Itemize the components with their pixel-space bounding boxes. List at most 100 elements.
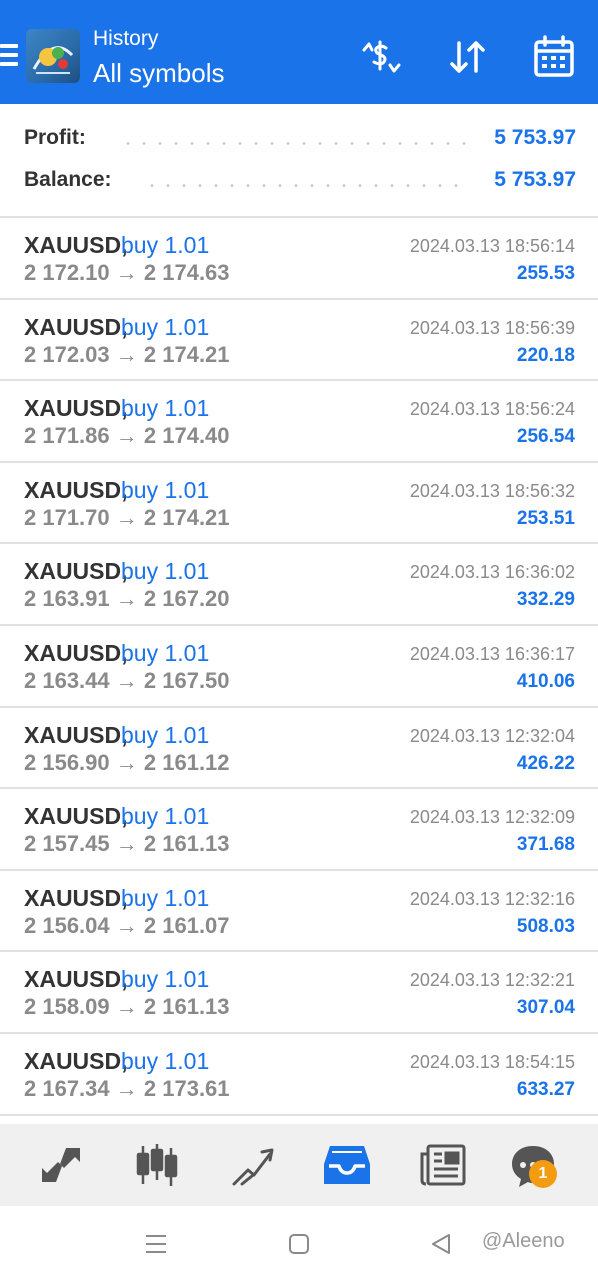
calendar-icon[interactable] <box>531 34 577 80</box>
deal-symbol: XAUUSD, <box>24 558 128 585</box>
arrow-icon: → <box>115 260 138 285</box>
deal-time: 2024.03.13 16:36:17 <box>409 643 575 664</box>
deal-symbol: XAUUSD, <box>24 313 128 340</box>
deal-row[interactable]: XAUUSD, buy 1.01 2 171.70 → 2 174.21 2024.0… <box>0 463 598 545</box>
deal-side: buy 1.01 <box>121 313 210 340</box>
deal-row[interactable]: XAUUSD, buy 1.01 2 172.10 → 2 174.63 2024.0… <box>0 218 598 300</box>
arrow-icon: → <box>115 831 138 857</box>
open-price: 2 167.34 <box>24 1075 110 1101</box>
close-price: 2 161.07 <box>143 912 230 938</box>
deal-symbol: XAUUSD, <box>24 721 128 748</box>
deal-symbol: XAUUSD, <box>24 395 128 422</box>
deal-row[interactable]: XAUUSD, buy 1.01 2 171.86 → 2 174.40 2024.0… <box>0 381 598 463</box>
arrow-icon: → <box>115 667 138 693</box>
deal-profit: 253.51 <box>516 507 575 529</box>
deal-time: 2024.03.13 12:32:16 <box>409 888 575 909</box>
deal-prices: 2 171.86 → 2 174.40 <box>24 423 230 449</box>
trade-icon[interactable] <box>228 1140 278 1190</box>
deal-prices: 2 163.44 → 2 167.50 <box>24 668 230 694</box>
arrow-icon: → <box>115 341 138 367</box>
deal-profit: 255.53 <box>516 263 575 284</box>
open-price: 2 172.10 <box>24 260 110 285</box>
balance-row: Balance: 5 753.97 <box>24 168 576 198</box>
deal-symbol: XAUUSD, <box>24 884 128 911</box>
deal-list: XAUUSD, buy 1.01 2 172.10 → 2 174.63 2024.0… <box>0 216 598 1116</box>
deal-prices: 2 158.09 → 2 161.13 <box>24 994 230 1020</box>
deal-profit: 332.29 <box>516 589 575 611</box>
arrow-icon: → <box>115 994 138 1020</box>
deal-side: buy 1.01 <box>121 639 210 666</box>
deal-symbol: XAUUSD, <box>24 639 128 666</box>
app-logo <box>26 29 80 83</box>
menu-icon[interactable] <box>0 44 18 68</box>
currency-exchange-icon[interactable] <box>358 34 404 80</box>
close-price: 2 174.63 <box>143 260 230 285</box>
deal-side: buy 1.01 <box>121 395 210 422</box>
deal-prices: 2 172.10 → 2 174.63 <box>24 260 230 286</box>
open-price: 2 157.45 <box>24 831 110 857</box>
recent-apps-icon[interactable] <box>140 1228 172 1260</box>
deal-side: buy 1.01 <box>121 558 210 585</box>
arrow-icon: → <box>115 586 138 612</box>
deal-side: buy 1.01 <box>121 476 210 503</box>
chat-badge: 1 <box>529 1160 557 1188</box>
close-price: 2 161.13 <box>143 831 230 857</box>
deal-prices: 2 157.45 → 2 161.13 <box>24 831 230 857</box>
history-inbox-icon[interactable] <box>322 1140 372 1190</box>
close-price: 2 174.40 <box>143 423 230 449</box>
deal-time: 2024.03.13 18:54:15 <box>409 1051 575 1072</box>
open-price: 2 172.03 <box>24 341 110 367</box>
deal-profit: 256.54 <box>516 426 575 448</box>
deal-row[interactable]: XAUUSD, buy 1.01 2 157.45 → 2 161.13 2024.0… <box>0 789 598 871</box>
profit-label: Profit: <box>24 126 86 149</box>
quotes-icon[interactable] <box>36 1140 86 1190</box>
open-price: 2 158.09 <box>24 994 110 1020</box>
close-price: 2 167.50 <box>143 667 230 693</box>
back-icon[interactable] <box>425 1228 457 1260</box>
close-price: 2 161.13 <box>143 994 230 1020</box>
deal-symbol: XAUUSD, <box>24 966 128 993</box>
deal-time: 2024.03.13 18:56:32 <box>409 480 575 501</box>
arrow-icon: → <box>115 912 138 938</box>
deal-row[interactable]: XAUUSD, buy 1.01 2 156.90 → 2 161.12 2024.0… <box>0 708 598 790</box>
deal-time: 2024.03.13 18:56:14 <box>409 236 575 256</box>
deal-row[interactable]: XAUUSD, buy 1.01 2 167.34 → 2 173.61 2024.0… <box>0 1034 598 1116</box>
arrow-icon: → <box>115 423 138 449</box>
deal-time: 2024.03.13 18:56:39 <box>409 317 575 338</box>
home-icon[interactable] <box>283 1228 315 1260</box>
close-price: 2 161.12 <box>143 749 230 775</box>
sort-icon[interactable] <box>445 34 491 80</box>
deal-row[interactable]: XAUUSD, buy 1.01 2 156.04 → 2 161.07 2024.0… <box>0 871 598 953</box>
dotted-leader <box>144 184 466 187</box>
close-price: 2 167.20 <box>143 586 230 612</box>
watermark-text: @Aleeno <box>482 1230 565 1252</box>
deal-prices: 2 156.04 → 2 161.07 <box>24 913 230 939</box>
deal-profit: 410.06 <box>516 670 575 692</box>
deal-profit: 371.68 <box>516 834 575 856</box>
deal-row[interactable]: XAUUSD, buy 1.01 2 158.09 → 2 161.13 2024.0… <box>0 952 598 1034</box>
deal-prices: 2 156.90 → 2 161.12 <box>24 750 230 776</box>
deal-row[interactable]: XAUUSD, buy 1.01 2 163.91 → 2 167.20 2024.0… <box>0 544 598 626</box>
open-price: 2 163.91 <box>24 586 110 612</box>
deal-profit: 307.04 <box>516 997 575 1019</box>
balance-value: 5 753.97 <box>494 168 576 191</box>
deal-prices: 2 172.03 → 2 174.21 <box>24 342 230 368</box>
deal-side: buy 1.01 <box>121 721 210 748</box>
deal-side: buy 1.01 <box>121 803 210 830</box>
close-price: 2 174.21 <box>143 504 230 530</box>
deal-side: buy 1.01 <box>121 966 210 993</box>
close-price: 2 174.21 <box>143 341 230 367</box>
deal-row[interactable]: XAUUSD, buy 1.01 2 163.44 → 2 167.50 2024.0… <box>0 626 598 708</box>
profit-row: Profit: 5 753.97 <box>24 126 576 156</box>
news-icon[interactable] <box>418 1140 468 1190</box>
deal-row[interactable]: XAUUSD, buy 1.01 2 172.03 → 2 174.21 2024.0… <box>0 300 598 382</box>
deal-time: 2024.03.13 12:32:04 <box>409 725 575 746</box>
deal-side: buy 1.01 <box>121 232 210 258</box>
deal-time: 2024.03.13 12:32:09 <box>409 807 575 828</box>
header-subtitle: History <box>93 27 159 50</box>
chart-candles-icon[interactable] <box>132 1140 182 1190</box>
open-price: 2 171.86 <box>24 423 110 449</box>
app-header: History All symbols <box>0 0 598 104</box>
deal-side: buy 1.01 <box>121 884 210 911</box>
dotted-leader <box>120 142 466 145</box>
